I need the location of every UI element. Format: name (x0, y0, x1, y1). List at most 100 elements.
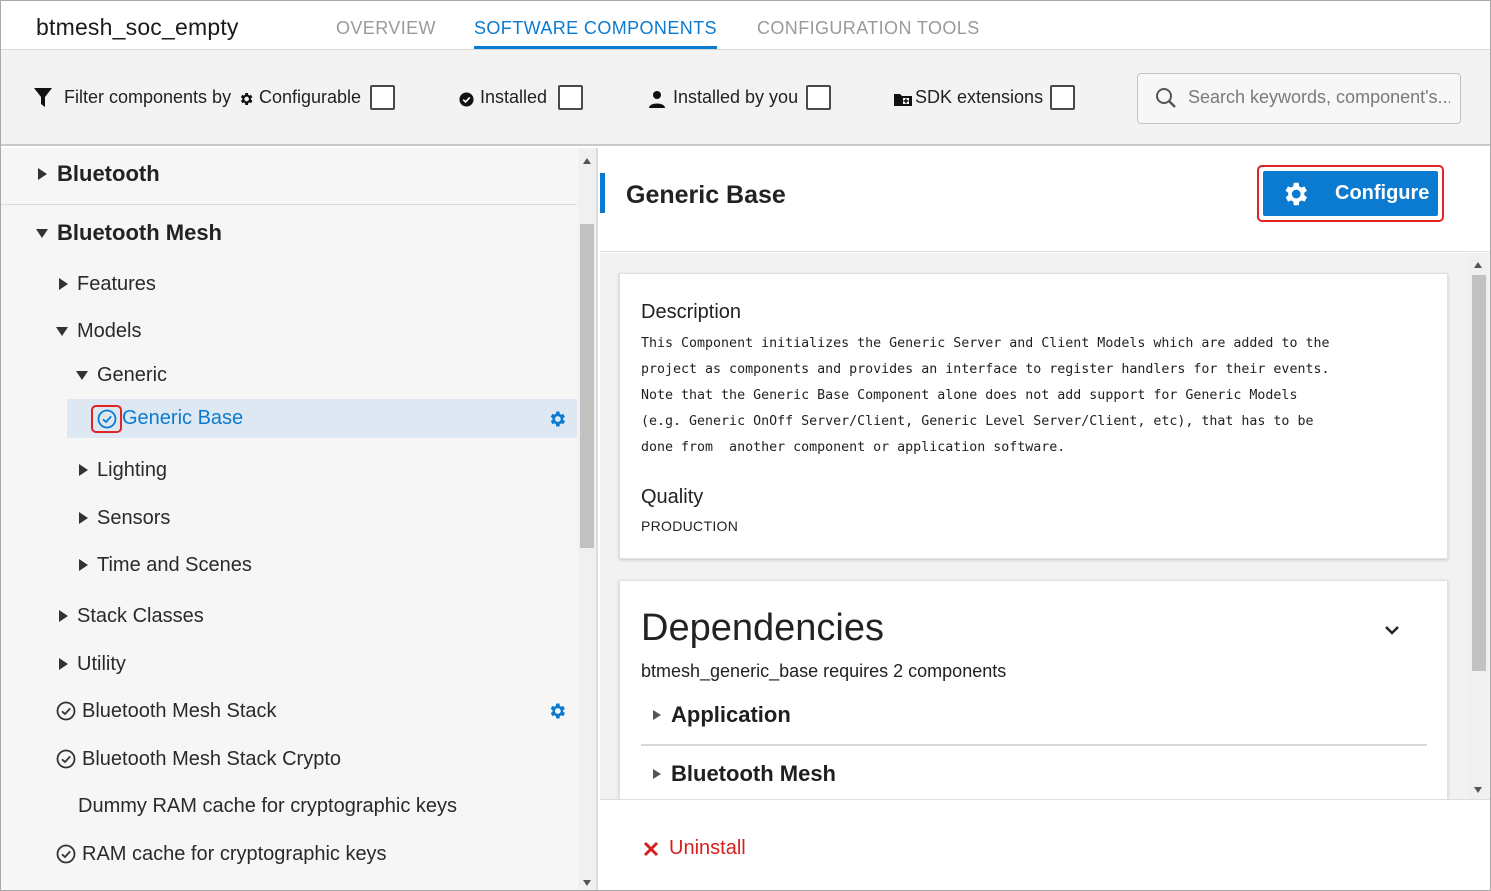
filter-configurable-label: Configurable (259, 87, 362, 107)
tree-item-label: Bluetooth Mesh (57, 220, 222, 245)
sdk-extension-icon (893, 91, 913, 112)
scroll-up-icon[interactable] (583, 158, 591, 164)
caret-right-icon[interactable] (59, 278, 68, 290)
configure-button[interactable]: Configure (1263, 171, 1438, 216)
tree-item-lighting[interactable]: Lighting (1, 456, 577, 484)
tree-item-label: Time and Scenes (97, 553, 252, 576)
tree-item-label: Utility (77, 652, 126, 675)
dependency-item-bluetooth-mesh[interactable]: Bluetooth Mesh (641, 759, 1427, 789)
tree-item-label: Lighting (97, 458, 168, 481)
tree-item-label: Dummy RAM cache for cryptographic keys (78, 794, 458, 817)
tree-item-dummy-ram-cache[interactable]: Dummy RAM cache for cryptographic keys (1, 792, 577, 820)
tree-item-label: RAM cache for cryptographic keys (82, 842, 387, 865)
caret-down-icon[interactable] (36, 228, 48, 238)
chevron-down-icon[interactable] (1384, 623, 1400, 641)
quality-heading: Quality (641, 486, 704, 508)
tree-item-label: Bluetooth (57, 161, 160, 186)
project-title: btmesh_soc_empty (36, 14, 239, 40)
filter-installed-by-you-label: Installed by you (673, 87, 799, 107)
tree-item-generic[interactable]: Generic (1, 361, 577, 389)
configure-gear-icon[interactable] (547, 409, 567, 434)
tree-item-bluetooth[interactable]: Bluetooth (1, 158, 577, 190)
component-header: Generic Base Configure (600, 148, 1490, 252)
filter-bar: Filter components by Configurable Instal… (1, 50, 1490, 146)
tree-item-time-and-scenes[interactable]: Time and Scenes (1, 551, 577, 579)
tree-item-label: Features (77, 272, 156, 295)
gear-icon (1280, 179, 1310, 209)
scrollbar-thumb[interactable] (1472, 275, 1486, 671)
uninstall-button[interactable]: Uninstall (643, 837, 746, 860)
description-text: This Component initializes the Generic S… (641, 336, 1330, 455)
installed-checkbox[interactable] (558, 85, 583, 110)
tree-item-label: Models (77, 319, 142, 342)
tree-item-utility[interactable]: Utility (1, 650, 577, 678)
details-scrollbar[interactable] (1469, 253, 1488, 799)
tree-item-sensors[interactable]: Sensors (1, 504, 577, 532)
tree-item-label: Generic Base (122, 407, 244, 429)
tree-item-models[interactable]: Models (1, 317, 577, 345)
uninstall-label: Uninstall (669, 837, 746, 859)
search-input[interactable] (1188, 87, 1450, 108)
divider (1, 204, 577, 205)
dependency-label: Application (671, 702, 791, 727)
sdk-extensions-checkbox[interactable] (1050, 85, 1075, 110)
caret-right-icon[interactable] (59, 658, 68, 670)
caret-right-icon[interactable] (79, 559, 88, 571)
app-window: btmesh_soc_empty OVERVIEW SOFTWARE COMPO… (0, 0, 1491, 891)
search-box[interactable] (1137, 73, 1461, 124)
configurable-checkbox[interactable] (370, 85, 395, 110)
scroll-up-icon[interactable] (1474, 262, 1482, 268)
tree-item-label: Generic (97, 363, 168, 386)
tree-scrollbar[interactable] (578, 148, 596, 890)
scroll-down-icon[interactable] (1474, 787, 1482, 793)
filter-label: Filter components by (64, 87, 232, 107)
component-title: Generic Base (626, 181, 786, 209)
caret-right-icon[interactable] (653, 769, 661, 779)
check-circle-icon (459, 92, 474, 112)
scrollbar-thumb[interactable] (580, 224, 594, 548)
caret-right-icon[interactable] (79, 464, 88, 476)
quality-value: PRODUCTION (641, 518, 739, 534)
dependencies-card: Dependencies btmesh_generic_base require… (619, 580, 1448, 799)
dependency-label: Bluetooth Mesh (671, 761, 836, 786)
tree-item-generic-base[interactable]: Generic Base (67, 399, 577, 438)
scroll-down-icon[interactable] (583, 880, 591, 886)
configure-gear-icon[interactable] (547, 701, 567, 727)
filter-installed-label: Installed (480, 87, 548, 107)
caret-right-icon[interactable] (38, 168, 47, 180)
filter-sdk-extensions-label: SDK extensions (915, 87, 1044, 107)
check-circle-icon (97, 409, 117, 434)
tab-configuration-tools[interactable]: CONFIGURATION TOOLS (757, 18, 980, 49)
check-circle-icon (56, 701, 76, 721)
tree-item-bluetooth-mesh[interactable]: Bluetooth Mesh (1, 217, 577, 249)
tree-item-label: Bluetooth Mesh Stack (82, 699, 277, 722)
header: btmesh_soc_empty OVERVIEW SOFTWARE COMPO… (1, 1, 1490, 50)
caret-down-icon[interactable] (56, 326, 68, 336)
close-icon (643, 841, 659, 857)
filter-icon (33, 87, 53, 114)
caret-right-icon[interactable] (59, 610, 68, 622)
tab-software-components[interactable]: SOFTWARE COMPONENTS (474, 18, 717, 49)
caret-right-icon[interactable] (79, 512, 88, 524)
caret-down-icon[interactable] (76, 370, 88, 380)
tab-overview[interactable]: OVERVIEW (336, 18, 436, 49)
component-tree: Bluetooth Bluetooth Mesh Features Models… (1, 148, 598, 890)
caret-right-icon[interactable] (653, 710, 661, 720)
tree-item-label: Sensors (97, 506, 171, 529)
dependency-item-application[interactable]: Application (641, 700, 1427, 730)
installed-by-you-checkbox[interactable] (806, 85, 831, 110)
tree-item-ram-cache[interactable]: RAM cache for cryptographic keys (1, 840, 577, 868)
divider (641, 744, 1427, 746)
tree-item-features[interactable]: Features (1, 270, 577, 298)
description-heading: Description (641, 301, 742, 323)
configure-highlight: Configure (1257, 165, 1444, 222)
check-circle-icon (56, 844, 76, 864)
check-circle-icon (56, 749, 76, 769)
tree-item-label: Bluetooth Mesh Stack Crypto (82, 747, 342, 770)
tree-item-bluetooth-mesh-stack-crypto[interactable]: Bluetooth Mesh Stack Crypto (1, 745, 577, 773)
dependencies-heading: Dependencies (641, 607, 884, 649)
tree-item-bluetooth-mesh-stack[interactable]: Bluetooth Mesh Stack (1, 697, 577, 725)
user-icon (649, 90, 665, 113)
tree-item-stack-classes[interactable]: Stack Classes (1, 602, 577, 630)
search-icon (1155, 87, 1177, 114)
